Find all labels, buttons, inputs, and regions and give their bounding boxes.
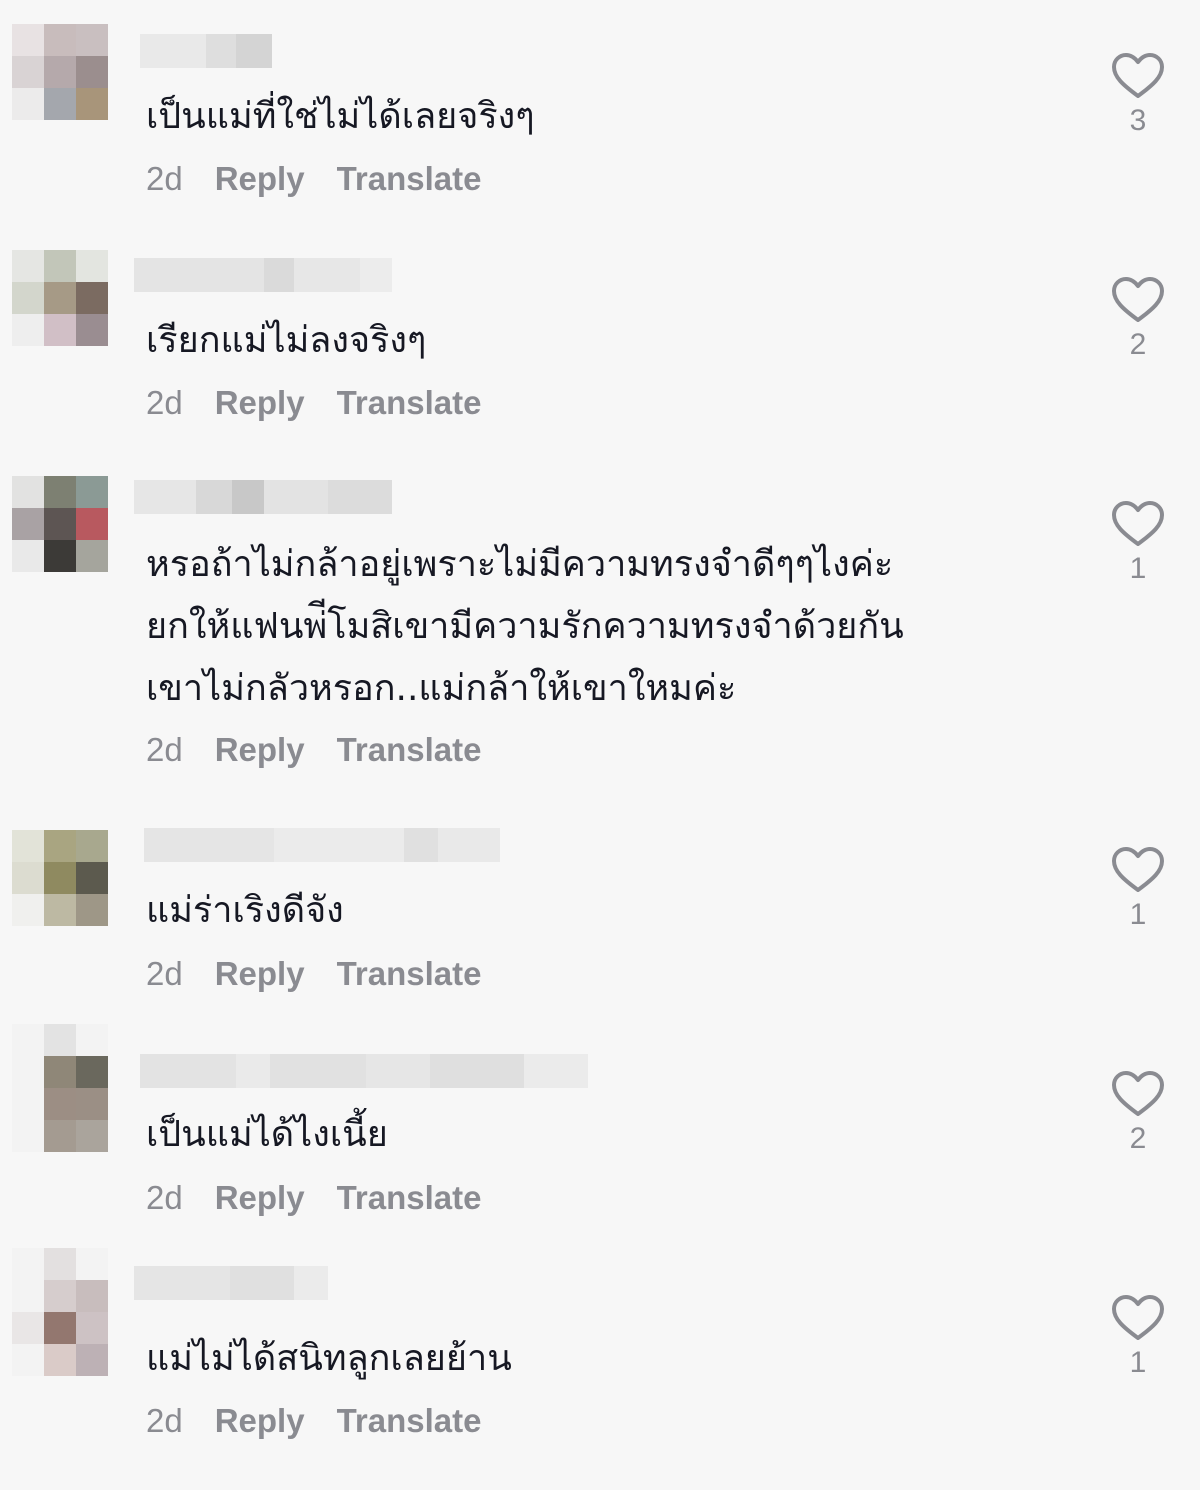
like-button[interactable]: 1 <box>1108 846 1168 932</box>
heart-outline-icon <box>1112 1295 1164 1340</box>
comment-time: 2d <box>146 731 183 768</box>
comment-text-line: เป็นแม่ได้ไงเนี้ย <box>146 1114 388 1155</box>
translate-button[interactable]: Translate <box>337 1179 482 1217</box>
username-blurred[interactable] <box>134 258 392 292</box>
reply-button[interactable]: Reply <box>215 160 305 198</box>
comment-text-line: ยกให้แฟนพ่ีโมสิเขามีความรักความทรงจำด้วย… <box>146 606 904 647</box>
reply-button[interactable]: Reply <box>215 384 305 422</box>
translate-button[interactable]: Translate <box>337 384 482 422</box>
comment-time: 2d <box>146 955 183 992</box>
heart-outline-icon <box>1112 847 1164 892</box>
like-count: 2 <box>1129 328 1147 361</box>
like-count: 1 <box>1129 552 1147 585</box>
comment-time: 2d <box>146 1179 183 1216</box>
like-button[interactable]: 2 <box>1108 1070 1168 1156</box>
comment-text: แม่ไม่ได้สนิทลูกเลยย้าน <box>146 1328 512 1390</box>
reply-button[interactable]: Reply <box>215 1402 305 1440</box>
comment-meta: 2d Reply Translate <box>146 731 482 769</box>
comment-time: 2d <box>146 384 183 421</box>
heart-outline-icon <box>1112 501 1164 546</box>
comment-text: หรอถ้าไม่กล้าอยู่เพราะไม่มีความทรงจำดีๆๆ… <box>146 534 904 720</box>
username-blurred[interactable] <box>134 1266 328 1300</box>
comment-text-line: เรียกแม่ไม่ลงจริงๆ <box>146 320 427 361</box>
like-button[interactable]: 1 <box>1108 500 1168 586</box>
avatar[interactable] <box>12 24 108 120</box>
heart-outline-icon <box>1112 277 1164 322</box>
like-button[interactable]: 2 <box>1108 276 1168 362</box>
comment-text: เรียกแม่ไม่ลงจริงๆ <box>146 310 426 372</box>
translate-button[interactable]: Translate <box>337 731 482 769</box>
avatar[interactable] <box>12 1024 108 1152</box>
heart-outline-icon <box>1112 53 1164 98</box>
comment-meta: 2d Reply Translate <box>146 384 482 422</box>
avatar[interactable] <box>12 476 108 572</box>
comment-text-line: หรอถ้าไม่กล้าอยู่เพราะไม่มีความทรงจำดีๆๆ… <box>146 544 894 585</box>
like-button[interactable]: 1 <box>1108 1294 1168 1380</box>
comment-meta: 2d Reply Translate <box>146 1402 482 1440</box>
comment-meta: 2d Reply Translate <box>146 160 482 198</box>
reply-button[interactable]: Reply <box>215 731 305 769</box>
reply-button[interactable]: Reply <box>215 955 305 993</box>
translate-button[interactable]: Translate <box>337 1402 482 1440</box>
comment-time: 2d <box>146 1402 183 1439</box>
avatar[interactable] <box>12 830 108 926</box>
username-blurred[interactable] <box>140 34 272 68</box>
translate-button[interactable]: Translate <box>337 160 482 198</box>
heart-outline-icon <box>1112 1071 1164 1116</box>
comment-text: เป็นแม่ได้ไงเนี้ย <box>146 1104 388 1166</box>
comment-time: 2d <box>146 160 183 197</box>
comment-text-line: เป็นแม่ที่ใช่ไม่ได้เลยจริงๆ <box>146 96 535 137</box>
username-blurred[interactable] <box>144 828 500 862</box>
avatar[interactable] <box>12 250 108 346</box>
username-blurred[interactable] <box>140 1054 588 1088</box>
like-count: 1 <box>1129 898 1147 931</box>
like-count: 1 <box>1129 1346 1147 1379</box>
comment-text: เป็นแม่ที่ใช่ไม่ได้เลยจริงๆ <box>146 86 535 148</box>
comment-text-line: เขาไม่กลัวหรอก..แม่กล้าให้เขาใหมค่ะ <box>146 668 737 709</box>
comment-text-line: แม่ไม่ได้สนิทลูกเลยย้าน <box>146 1338 512 1379</box>
username-blurred[interactable] <box>134 480 392 514</box>
like-count: 2 <box>1129 1122 1147 1155</box>
like-count: 3 <box>1129 104 1147 137</box>
avatar[interactable] <box>12 1248 108 1376</box>
reply-button[interactable]: Reply <box>215 1179 305 1217</box>
comment-text-line: แม่ร่าเริงดีจัง <box>146 890 344 931</box>
comment-meta: 2d Reply Translate <box>146 955 482 993</box>
comment-text: แม่ร่าเริงดีจัง <box>146 880 344 942</box>
comment-meta: 2d Reply Translate <box>146 1179 482 1217</box>
translate-button[interactable]: Translate <box>337 955 482 993</box>
like-button[interactable]: 3 <box>1108 52 1168 138</box>
